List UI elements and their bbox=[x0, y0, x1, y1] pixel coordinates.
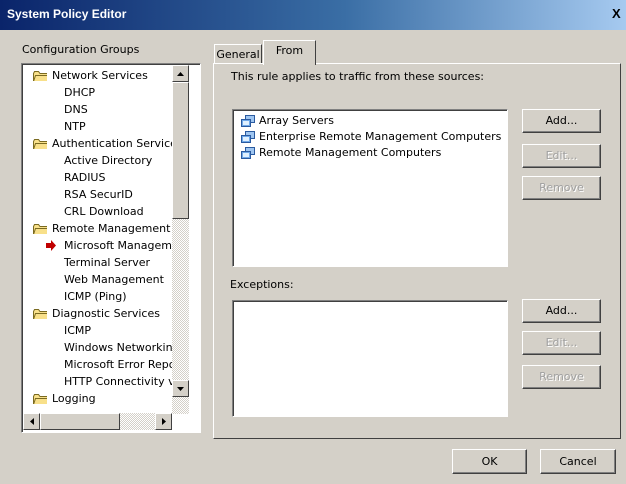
tree-item-label: Windows Networking bbox=[64, 341, 172, 354]
tree-child-item[interactable]: DHCP bbox=[29, 84, 172, 101]
computer-set-icon bbox=[241, 131, 255, 143]
scroll-up-button[interactable] bbox=[172, 65, 189, 82]
tree-item-label: Remote Management bbox=[52, 222, 171, 235]
sources-edit-button[interactable]: Edit... bbox=[522, 144, 601, 168]
tree-item-label: Terminal Server bbox=[64, 256, 151, 269]
tree-vertical-scrollbar[interactable] bbox=[172, 65, 189, 414]
close-icon[interactable]: X bbox=[612, 6, 624, 22]
tree-child-item[interactable]: DNS bbox=[29, 101, 172, 118]
scroll-right-button[interactable] bbox=[155, 413, 172, 430]
tab-from[interactable]: From bbox=[263, 40, 316, 65]
tree-child-item[interactable]: ICMP (Ping) bbox=[29, 288, 172, 305]
scroll-left-arrow-icon bbox=[29, 418, 34, 425]
tree-item-label: Active Directory bbox=[64, 154, 153, 167]
folder-icon bbox=[33, 394, 47, 404]
system-policy-editor-window: System Policy Editor X Configuration Gro… bbox=[0, 0, 626, 484]
tree-item-label: Logging bbox=[52, 392, 96, 405]
tree-item-label: HTTP Connectivity ve bbox=[64, 375, 172, 388]
tree-child-item[interactable]: NTP bbox=[29, 118, 172, 135]
exceptions-edit-button[interactable]: Edit... bbox=[522, 331, 601, 355]
exceptions-remove-button[interactable]: Remove bbox=[522, 365, 601, 389]
tree-item-label: RADIUS bbox=[64, 171, 106, 184]
scroll-down-button[interactable] bbox=[172, 380, 189, 397]
tree-child-item[interactable]: Terminal Server bbox=[29, 254, 172, 271]
sources-add-button[interactable]: Add... bbox=[522, 109, 601, 133]
computer-set-icon bbox=[241, 147, 255, 159]
tree-child-item[interactable]: Active Directory bbox=[29, 152, 172, 169]
from-tab-panel: This rule applies to traffic from these … bbox=[213, 63, 621, 439]
scroll-down-arrow-icon bbox=[177, 386, 184, 391]
source-item-label: Remote Management Computers bbox=[259, 146, 442, 159]
tree-horizontal-scrollbar[interactable] bbox=[23, 413, 172, 430]
tree-group-item[interactable]: Network Services bbox=[29, 67, 172, 84]
tree-child-item[interactable]: Microsoft Error Repo bbox=[29, 356, 172, 373]
scroll-up-arrow-icon bbox=[177, 71, 184, 76]
title-bar: System Policy Editor X bbox=[0, 0, 626, 30]
tree-item-label: ICMP (Ping) bbox=[64, 290, 127, 303]
horizontal-scroll-thumb[interactable] bbox=[40, 413, 120, 430]
tree-item-label: NTP bbox=[64, 120, 86, 133]
tree-item-label: Authentication Services bbox=[52, 137, 172, 150]
tree-child-item[interactable]: ICMP bbox=[29, 322, 172, 339]
tree-item-label: Network Services bbox=[52, 69, 148, 82]
configuration-groups-label: Configuration Groups bbox=[22, 43, 140, 56]
folder-icon bbox=[33, 309, 47, 319]
window-title: System Policy Editor bbox=[7, 7, 127, 21]
source-item-label: Array Servers bbox=[259, 114, 334, 127]
tree-child-item[interactable]: RSA SecurID bbox=[29, 186, 172, 203]
tree-item-label: DHCP bbox=[64, 86, 96, 99]
tab-general[interactable]: General bbox=[214, 44, 262, 64]
tree-group-item[interactable]: Diagnostic Services bbox=[29, 305, 172, 322]
sources-remove-button[interactable]: Remove bbox=[522, 176, 601, 200]
sources-label: This rule applies to traffic from these … bbox=[231, 70, 485, 83]
tree-child-item[interactable]: HTTP Connectivity ve bbox=[29, 373, 172, 390]
folder-icon bbox=[33, 139, 47, 149]
source-item-label: Enterprise Remote Management Computers bbox=[259, 130, 502, 143]
tree-child-item[interactable]: Web Management bbox=[29, 271, 172, 288]
cancel-button[interactable]: Cancel bbox=[540, 449, 616, 474]
exceptions-list[interactable] bbox=[232, 300, 508, 417]
tree-item-label: Web Management bbox=[64, 273, 164, 286]
vertical-scroll-thumb[interactable] bbox=[172, 82, 189, 219]
tree-item-label: RSA SecurID bbox=[64, 188, 133, 201]
tree-item-label: CRL Download bbox=[64, 205, 144, 218]
red-arrow-icon bbox=[46, 240, 56, 251]
computer-set-icon bbox=[241, 115, 255, 127]
tree-child-item[interactable]: Microsoft Manageme bbox=[29, 237, 172, 254]
tree-child-item[interactable]: RADIUS bbox=[29, 169, 172, 186]
scroll-left-button[interactable] bbox=[23, 413, 40, 430]
tree-child-item[interactable]: CRL Download bbox=[29, 203, 172, 220]
folder-icon bbox=[33, 224, 47, 234]
exceptions-add-button[interactable]: Add... bbox=[522, 299, 601, 323]
exceptions-label: Exceptions: bbox=[230, 278, 294, 291]
scroll-right-arrow-icon bbox=[161, 418, 166, 425]
tree-group-item[interactable]: Logging bbox=[29, 390, 172, 407]
configuration-tree[interactable]: Network Services DHCP DNS NTP Authentication… bbox=[21, 63, 201, 433]
sources-list[interactable]: Array Servers Enterprise Remote Managemen… bbox=[232, 109, 508, 267]
tree-items: Network Services DHCP DNS NTP Authentication… bbox=[29, 67, 172, 412]
tree-item-label: DNS bbox=[64, 103, 88, 116]
tree-group-item[interactable]: Remote Management bbox=[29, 220, 172, 237]
tree-item-label: ICMP bbox=[64, 324, 92, 337]
folder-icon bbox=[33, 71, 47, 81]
ok-button[interactable]: OK bbox=[452, 449, 527, 474]
tree-item-label: Diagnostic Services bbox=[52, 307, 160, 320]
tree-item-label: Microsoft Manageme bbox=[64, 239, 172, 252]
tree-child-item[interactable]: Windows Networking bbox=[29, 339, 172, 356]
tree-item-label: Microsoft Error Repo bbox=[64, 358, 172, 371]
tree-group-item[interactable]: Authentication Services bbox=[29, 135, 172, 152]
